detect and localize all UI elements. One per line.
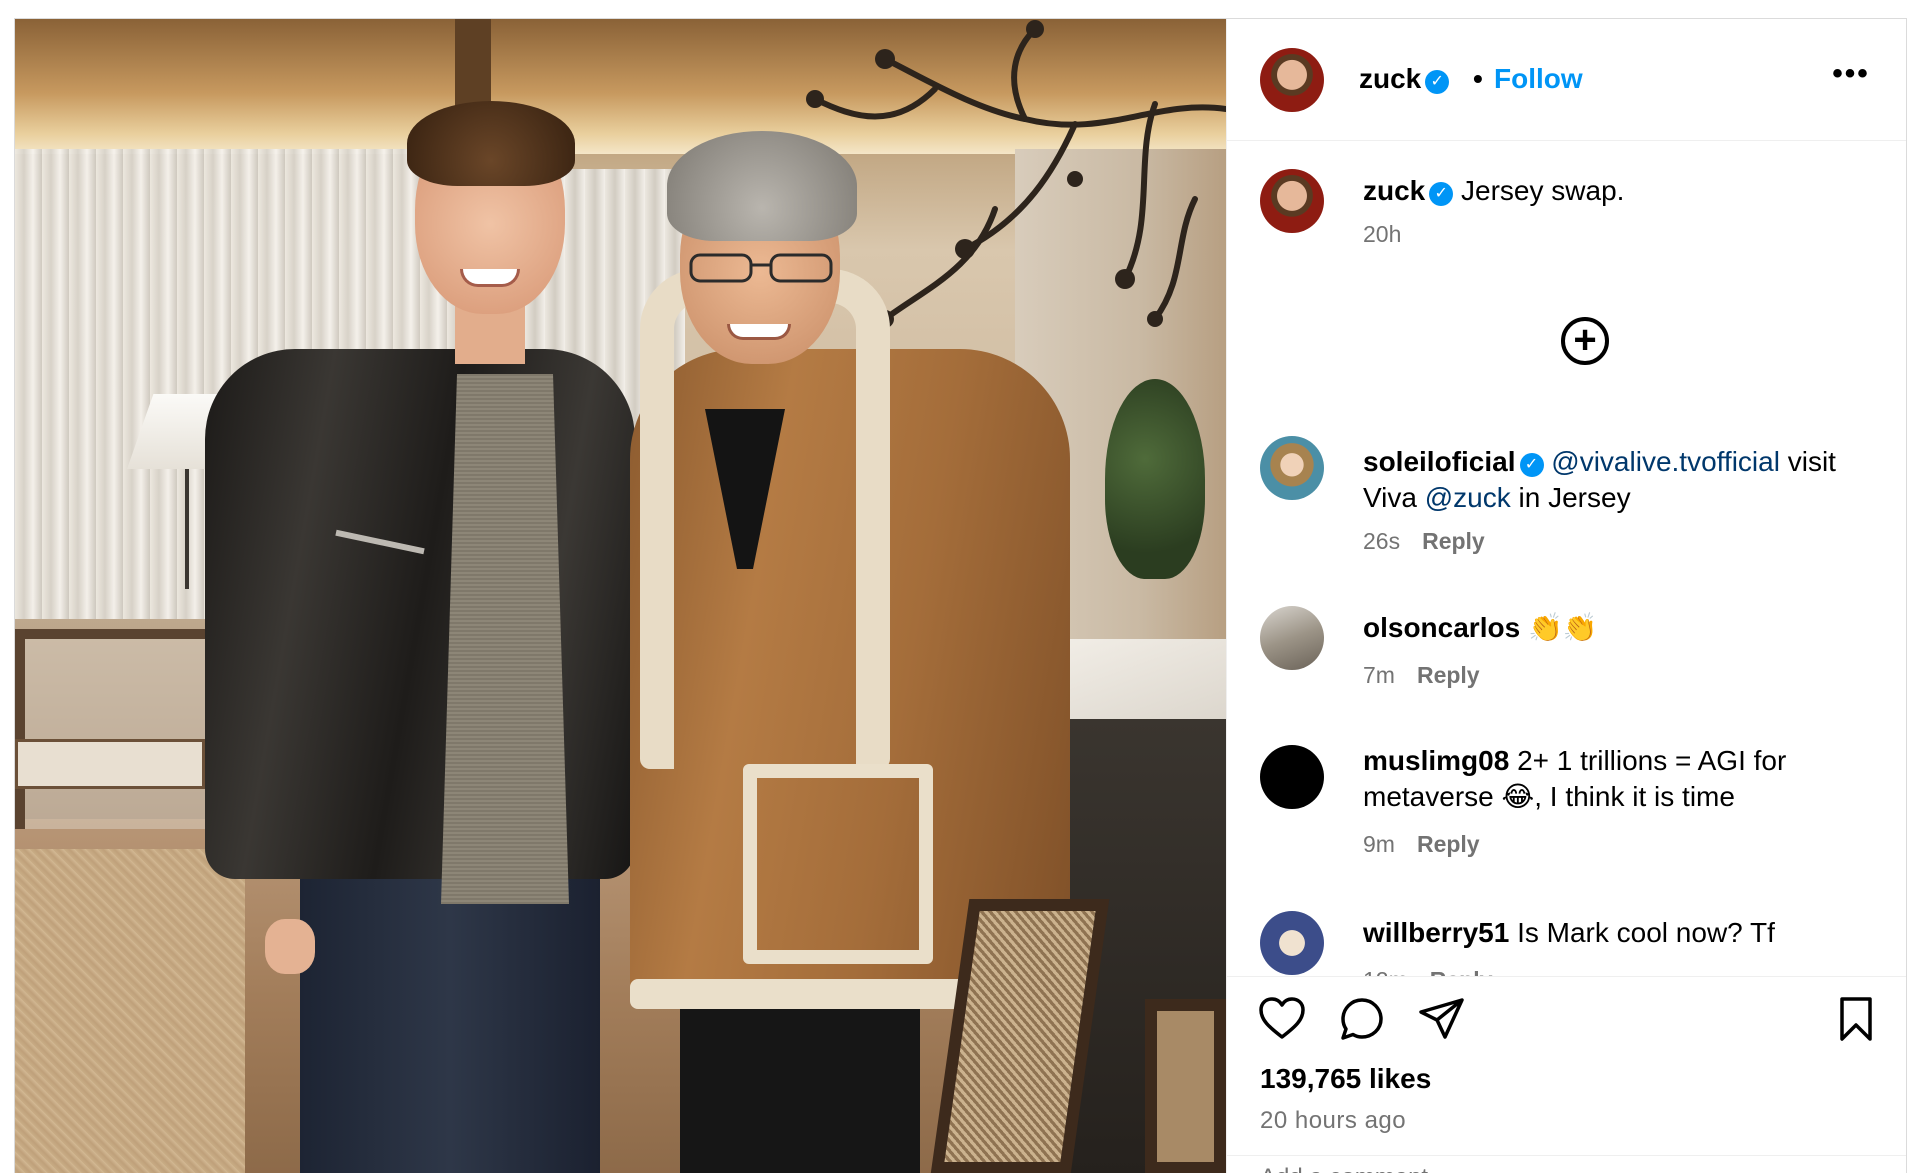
comment-time: 9m [1363, 831, 1395, 857]
comment-meta: 9m Reply [1363, 831, 1480, 858]
person-right-pants [680, 1004, 920, 1173]
comment-avatar[interactable] [1260, 745, 1324, 809]
person-right-smile [727, 324, 791, 340]
comment-username[interactable]: muslimg08 [1363, 745, 1509, 776]
comment-meta: 12m Reply [1363, 967, 1492, 976]
author-avatar[interactable] [1260, 48, 1324, 112]
caption-username[interactable]: zuck [1363, 175, 1425, 206]
comments-list[interactable]: zuck ✓ Jersey swap. 20h + soleiloficial ✓ … [1227, 141, 1906, 976]
person-left-smile [460, 269, 520, 287]
comment-avatar[interactable] [1260, 911, 1324, 975]
photo-lamp-pole [185, 469, 189, 589]
comment-username[interactable]: olsoncarlos [1363, 612, 1520, 643]
person-left-hand [265, 919, 315, 974]
comment-text: soleiloficial ✓ @vivalive.tvofficial visi… [1363, 444, 1883, 516]
caption-avatar[interactable] [1260, 169, 1324, 233]
person-left-jeans [300, 879, 600, 1173]
person-right-hair [667, 131, 857, 241]
speech-bubble-icon[interactable] [1337, 994, 1387, 1044]
post-header: zuck ✓ • Follow ••• [1227, 19, 1906, 141]
load-more-comments-icon[interactable]: + [1561, 317, 1609, 365]
comment-body: 👏👏 [1527, 612, 1598, 643]
post-timestamp[interactable]: 20 hours ago [1260, 1107, 1406, 1135]
author-username[interactable]: zuck ✓ [1359, 63, 1450, 95]
more-options-icon[interactable]: ••• [1831, 59, 1871, 99]
comment-meta: 7m Reply [1363, 662, 1480, 689]
person-right-glasses [689, 253, 833, 283]
comment-mention[interactable]: @zuck [1425, 482, 1511, 513]
actions-divider [1227, 976, 1906, 977]
comment-text: muslimg08 2+ 1 trillions = AGI for metav… [1363, 743, 1883, 815]
comment-time: 12m [1363, 967, 1408, 976]
comment-text: willberry51 Is Mark cool now? Tf [1363, 915, 1883, 951]
follow-button[interactable]: Follow [1494, 63, 1583, 95]
comment-username[interactable]: soleiloficial [1363, 446, 1516, 477]
verified-badge-icon: ✓ [1425, 70, 1450, 94]
action-bar [1227, 979, 1906, 1059]
heart-icon[interactable] [1257, 994, 1307, 1044]
comment-username[interactable]: willberry51 [1363, 917, 1509, 948]
person-left-jacket [205, 349, 635, 879]
photo-plant [1105, 379, 1205, 579]
reply-button[interactable]: Reply [1417, 831, 1480, 857]
header-separator: • [1473, 63, 1483, 94]
verified-badge-icon: ✓ [1429, 182, 1454, 206]
caption-body: Jersey swap. [1461, 175, 1625, 206]
comment-text: olsoncarlos 👏👏 [1363, 610, 1883, 646]
photo-rug [15, 849, 245, 1173]
comment-meta: 26s Reply [1363, 528, 1485, 555]
post-photo[interactable] [15, 19, 1226, 1173]
bookmark-icon[interactable] [1831, 994, 1881, 1044]
add-comment-input[interactable]: Add a comment... [1260, 1164, 1448, 1173]
comment-time: 26s [1363, 528, 1401, 554]
likes-count[interactable]: 139,765 likes [1260, 1063, 1431, 1095]
comment-time: 7m [1363, 662, 1395, 688]
comment-input-divider [1227, 1155, 1906, 1156]
instagram-post: zuck ✓ • Follow ••• zuck ✓ Jersey swap. 20… [14, 18, 1907, 1173]
photo-chair-far-right [1145, 999, 1226, 1173]
post-side-panel: zuck ✓ • Follow ••• zuck ✓ Jersey swap. 20… [1226, 19, 1906, 1173]
comment-avatar[interactable] [1260, 436, 1324, 500]
comment-body: in Jersey [1510, 482, 1631, 513]
comment-body: Is Mark cool now? Tf [1517, 917, 1775, 948]
photo-chair-left [15, 629, 215, 829]
reply-button[interactable]: Reply [1422, 528, 1485, 554]
caption-text: zuck ✓ Jersey swap. [1363, 173, 1883, 209]
comment-mention[interactable]: @vivalive.tvofficial [1551, 446, 1780, 477]
caption-time: 20h [1363, 221, 1402, 247]
person-right-pocket [743, 764, 933, 964]
photo-chair-seat [15, 739, 205, 789]
person-left-hair [407, 101, 575, 186]
paper-plane-icon[interactable] [1417, 994, 1467, 1044]
verified-badge-icon: ✓ [1519, 453, 1544, 477]
reply-button[interactable]: Reply [1430, 967, 1493, 976]
reply-button[interactable]: Reply [1417, 662, 1480, 688]
author-username-text[interactable]: zuck [1359, 63, 1421, 94]
comment-avatar[interactable] [1260, 606, 1324, 670]
